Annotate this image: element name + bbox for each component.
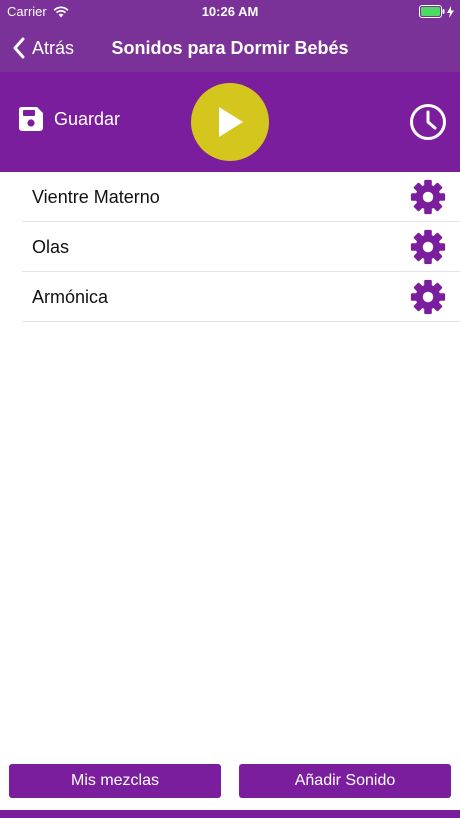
bottom-bar (0, 810, 460, 818)
charging-bolt-icon (447, 5, 454, 18)
gear-icon[interactable] (409, 178, 447, 216)
navigation-bar: Atrás Sonidos para Dormir Bebés (0, 24, 460, 72)
clock-icon (410, 104, 446, 140)
clock-time: 10:26 AM (201, 4, 259, 19)
gear-icon[interactable] (409, 228, 447, 266)
floppy-disk-icon (18, 107, 43, 131)
list-item[interactable]: Vientre Materno (0, 172, 460, 222)
sound-label: Vientre Materno (32, 186, 160, 207)
player-toolbar: Guardar (0, 72, 460, 172)
sound-label: Armónica (32, 286, 109, 307)
list-item[interactable]: Olas (0, 222, 460, 272)
play-button[interactable] (191, 83, 269, 161)
timer-button[interactable] (409, 103, 447, 146)
add-sound-button[interactable]: Añadir Sonido (239, 764, 451, 798)
status-bar: Carrier 10:26 AM (0, 0, 460, 24)
gear-icon[interactable] (409, 278, 447, 316)
sound-label: Olas (32, 236, 70, 257)
list-item[interactable]: Armónica (0, 272, 460, 322)
save-label: Guardar (54, 108, 121, 129)
battery-icon (419, 5, 454, 18)
page-title: Sonidos para Dormir Bebés (111, 38, 349, 58)
save-button[interactable]: Guardar (18, 106, 120, 132)
play-icon (219, 107, 243, 137)
my-mixes-button[interactable]: Mis mezclas (9, 764, 221, 798)
sound-list: Vientre Materno Olas Armónica (0, 172, 460, 322)
